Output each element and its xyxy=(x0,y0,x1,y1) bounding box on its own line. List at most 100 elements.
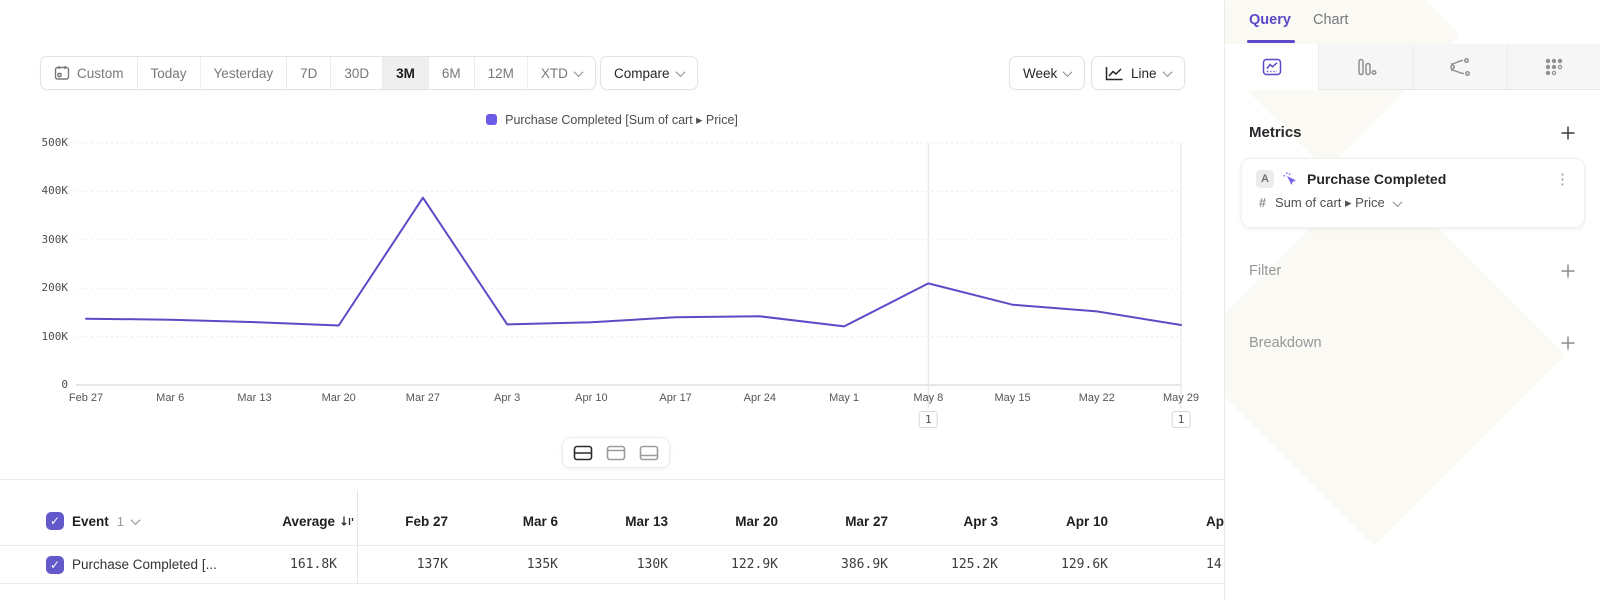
date-column-header: Mar 13 xyxy=(568,497,668,545)
range-30d[interactable]: 30D xyxy=(331,57,383,89)
x-axis-tick-label: Mar 13 xyxy=(219,392,289,404)
flows-icon xyxy=(1449,57,1471,77)
tab-insights[interactable] xyxy=(1225,44,1318,90)
y-axis-tick-label: 300K xyxy=(16,233,68,246)
event-sparkle-icon xyxy=(1282,171,1299,188)
chevron-down-icon xyxy=(1162,67,1172,77)
chevron-down-icon xyxy=(573,67,583,77)
date-cell-value: 137K xyxy=(348,546,448,583)
range-today[interactable]: Today xyxy=(138,57,201,89)
add-filter-button[interactable] xyxy=(1560,263,1576,279)
date-column-header: Feb 27 xyxy=(348,497,448,545)
y-axis-tick-label: 0 xyxy=(16,378,68,391)
tab-flows[interactable] xyxy=(1413,44,1507,90)
metrics-title: Metrics xyxy=(1249,124,1302,141)
x-axis-tick-label: Apr 3 xyxy=(472,392,542,404)
date-column-header: Apr xyxy=(1206,497,1224,545)
chevron-down-icon xyxy=(1063,67,1073,77)
tab-retention[interactable] xyxy=(1507,44,1600,90)
breakdown-title: Breakdown xyxy=(1249,335,1322,351)
tab-query[interactable]: Query xyxy=(1249,12,1291,28)
granularity-button[interactable]: Week xyxy=(1009,56,1085,90)
y-axis-tick-label: 500K xyxy=(16,136,68,149)
date-column-header: Mar 20 xyxy=(678,497,778,545)
range-3m[interactable]: 3M xyxy=(383,57,429,89)
chevron-down-icon[interactable] xyxy=(131,515,141,525)
kebab-menu-icon[interactable]: ⋮ xyxy=(1555,172,1570,187)
range-7d[interactable]: 7D xyxy=(287,57,331,89)
date-column-header: Apr 3 xyxy=(898,497,998,545)
metric-badge: A xyxy=(1256,170,1274,188)
annotation-badge[interactable]: 1 xyxy=(919,411,938,428)
panel-tab-bar: Query Chart xyxy=(1225,0,1600,44)
date-cell-value: 135K xyxy=(458,546,558,583)
row-checkbox[interactable]: ✓ xyxy=(46,556,64,574)
date-column-header: Mar 27 xyxy=(788,497,888,545)
layout-table-only-button[interactable] xyxy=(637,442,661,464)
y-axis-tick-label: 200K xyxy=(16,281,68,294)
number-property-icon: # xyxy=(1259,196,1266,210)
analytics-report-app: Custom Today Yesterday 7D 30D 3M 6M 12M … xyxy=(0,0,1600,600)
legend-label: Purchase Completed [Sum of cart ▸ Price] xyxy=(505,112,738,127)
chart-legend[interactable]: Purchase Completed [Sum of cart ▸ Price] xyxy=(0,112,1224,127)
x-axis-tick-label: Mar 6 xyxy=(135,392,205,404)
annotation-badge[interactable]: 1 xyxy=(1172,411,1191,428)
breakdown-section-header: Breakdown xyxy=(1249,335,1576,351)
y-axis-tick-label: 100K xyxy=(16,330,68,343)
layout-split-view-button[interactable] xyxy=(571,442,595,464)
compare-button[interactable]: Compare xyxy=(600,56,698,90)
chart-series-line[interactable] xyxy=(86,198,1181,327)
x-axis-tick-label: May 15 xyxy=(978,392,1048,404)
x-axis-tick-label: Mar 27 xyxy=(388,392,458,404)
row-average-value: 161.8K xyxy=(237,546,337,583)
chevron-down-icon xyxy=(675,67,685,77)
chart-only-icon xyxy=(606,445,626,461)
x-axis-tick-label: Apr 24 xyxy=(725,392,795,404)
filter-section-header: Filter xyxy=(1249,263,1576,279)
metric-card-title-row: A Purchase Completed ⋮ xyxy=(1256,170,1570,188)
x-axis-tick-label: May 22 xyxy=(1062,392,1132,404)
date-column-header: Apr 10 xyxy=(1008,497,1108,545)
metric-name: Purchase Completed xyxy=(1307,171,1547,187)
date-cell-value: 386.9K xyxy=(788,546,888,583)
funnels-icon xyxy=(1355,57,1377,77)
layout-chart-only-button[interactable] xyxy=(604,442,628,464)
filter-title: Filter xyxy=(1249,263,1281,279)
table-row-event: ✓ Purchase Completed [... xyxy=(46,546,217,583)
range-yesterday[interactable]: Yesterday xyxy=(201,57,288,89)
date-cell-value: 122.9K xyxy=(678,546,778,583)
tab-funnels[interactable] xyxy=(1318,44,1412,90)
calendar-icon xyxy=(54,65,70,81)
date-cell-value: 125.2K xyxy=(898,546,998,583)
x-axis-tick-label: May 1 xyxy=(809,392,879,404)
layout-toggle-group xyxy=(562,437,670,468)
table-only-icon xyxy=(639,445,659,461)
report-main-area: Custom Today Yesterday 7D 30D 3M 6M 12M … xyxy=(0,0,1224,600)
average-column-header[interactable]: Average xyxy=(230,497,354,545)
metric-card[interactable]: A Purchase Completed ⋮ # Sum of cart ▸ P… xyxy=(1241,158,1585,228)
range-custom[interactable]: Custom xyxy=(41,57,138,89)
range-6m[interactable]: 6M xyxy=(429,57,475,89)
retention-icon xyxy=(1543,57,1565,77)
line-chart-icon xyxy=(1105,66,1124,81)
range-12m[interactable]: 12M xyxy=(475,57,528,89)
query-builder-panel: Query Chart xyxy=(1224,0,1600,600)
table-event-header: ✓ Event 1 xyxy=(46,497,139,545)
split-view-icon xyxy=(573,445,593,461)
add-metric-button[interactable] xyxy=(1560,125,1576,141)
range-label: Custom xyxy=(77,66,124,81)
metrics-section-header: Metrics xyxy=(1249,124,1576,141)
x-axis-tick-label: Feb 27 xyxy=(51,392,121,404)
date-range-control: Custom Today Yesterday 7D 30D 3M 6M 12M … xyxy=(40,56,596,90)
select-all-checkbox[interactable]: ✓ xyxy=(46,512,64,530)
chart-type-tabs xyxy=(1225,44,1600,90)
date-cell-value: 130K xyxy=(568,546,668,583)
add-breakdown-button[interactable] xyxy=(1560,335,1576,351)
metric-property-row[interactable]: # Sum of cart ▸ Price xyxy=(1256,195,1570,211)
x-axis-tick-label: Apr 10 xyxy=(556,392,626,404)
date-cell-value: 129.6K xyxy=(1008,546,1108,583)
y-axis-tick-label: 400K xyxy=(16,184,68,197)
chart-type-button[interactable]: Line xyxy=(1091,56,1185,90)
range-xtd[interactable]: XTD xyxy=(528,57,595,89)
tab-chart[interactable]: Chart xyxy=(1313,12,1348,28)
